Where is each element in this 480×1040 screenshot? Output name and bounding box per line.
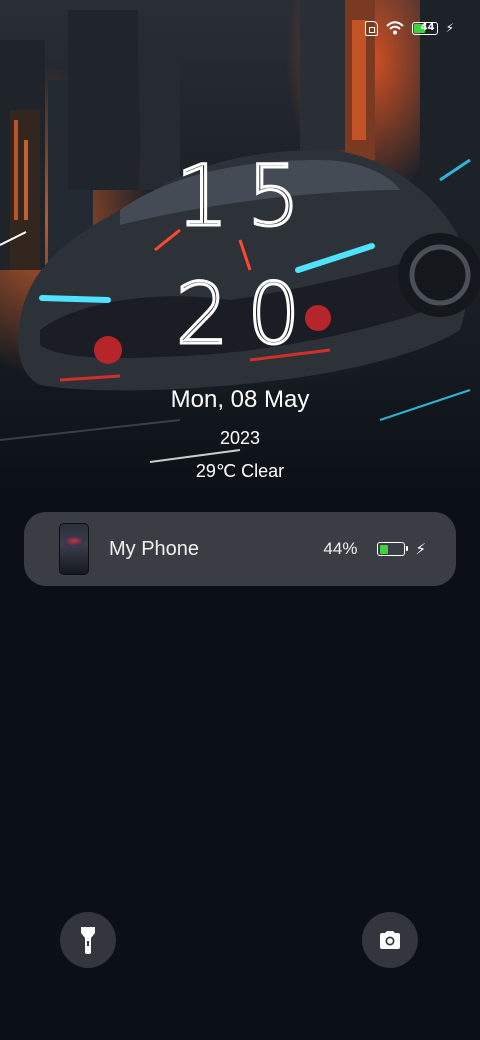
clock-minutes: 20	[174, 265, 319, 363]
wallpaper-art	[0, 0, 480, 463]
phone-thumbnail-icon	[59, 523, 89, 575]
wallpaper-image	[0, 0, 480, 500]
status-bar: 44 ⚡︎	[364, 18, 454, 38]
battery-icon: 44	[411, 21, 438, 35]
device-battery-fill	[379, 544, 389, 554]
weather-label: 29℃ Clear	[195, 461, 285, 481]
flashlight-button[interactable]	[60, 912, 116, 968]
device-battery-percent: 44%	[323, 539, 358, 558]
date-label: Mon, 08 May	[170, 386, 310, 413]
lock-screen: 44 ⚡︎ 15 20 Mon, 08 May 2023 29℃ Clear M…	[0, 0, 480, 1040]
device-charging-bolt-icon: ⚡︎	[415, 540, 426, 558]
camera-button[interactable]	[362, 912, 418, 968]
sim-icon	[364, 20, 378, 36]
camera-icon	[380, 931, 400, 949]
battery-level-text: 44	[420, 22, 435, 33]
device-name: My Phone	[109, 537, 200, 560]
device-battery-card[interactable]: My Phone 44% ⚡︎	[24, 512, 456, 586]
clock-hours: 15	[174, 147, 319, 245]
wifi-icon	[385, 21, 404, 35]
year-label: 2023	[219, 428, 261, 448]
device-battery-icon	[377, 542, 409, 556]
flashlight-icon	[81, 927, 95, 954]
charging-bolt-icon: ⚡︎	[445, 21, 454, 35]
